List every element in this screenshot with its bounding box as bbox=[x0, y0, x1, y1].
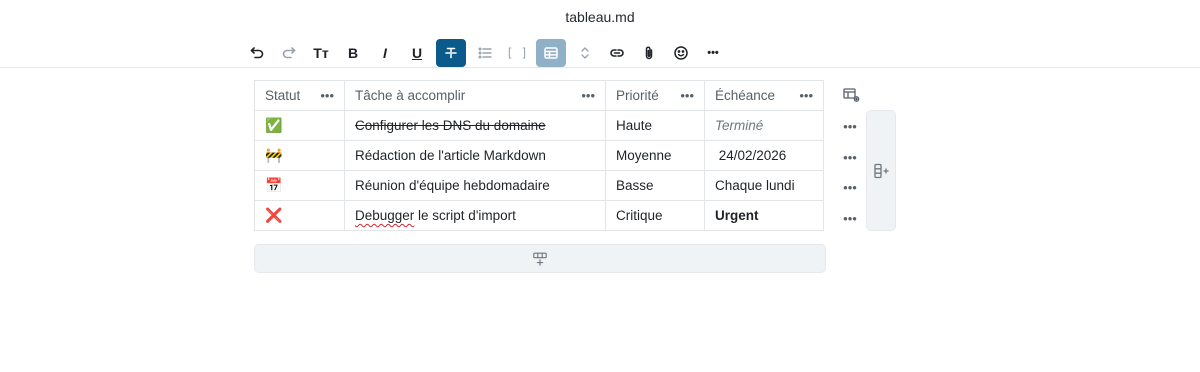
undo-icon bbox=[250, 47, 264, 59]
smiley-icon bbox=[674, 46, 688, 60]
calendar-icon: 📅 bbox=[265, 177, 283, 193]
task-cell[interactable]: Rédaction de l'article Markdown bbox=[344, 140, 606, 171]
column-menu-button[interactable]: ••• bbox=[799, 89, 813, 102]
link-button[interactable] bbox=[604, 39, 630, 67]
underline-label: U bbox=[411, 45, 423, 61]
formatting-toolbar: Tт B I U [ ] ••• bbox=[244, 38, 732, 68]
code-label: [ ] bbox=[506, 46, 528, 60]
due-text: Urgent bbox=[715, 208, 759, 223]
emoji-button[interactable] bbox=[668, 39, 694, 67]
due-cell[interactable]: 24/02/2026 bbox=[704, 140, 824, 171]
status-cell[interactable]: ❌ bbox=[254, 200, 345, 231]
column-header-priority[interactable]: Priorité ••• bbox=[605, 80, 705, 111]
redo-icon bbox=[282, 47, 296, 59]
undo-button[interactable] bbox=[244, 39, 270, 67]
due-text: 24/02/2026 bbox=[715, 148, 787, 163]
column-header-task[interactable]: Tâche à accomplir ••• bbox=[344, 80, 606, 111]
table-row: 📅 Réunion d'équipe hebdomadaire Basse Ch… bbox=[254, 170, 824, 201]
due-cell[interactable]: Chaque lundi bbox=[704, 170, 824, 201]
add-column-button[interactable] bbox=[866, 110, 896, 231]
row-menu-button[interactable]: ••• bbox=[842, 211, 858, 226]
chevron-updown-icon bbox=[581, 47, 589, 59]
row-menu-button[interactable]: ••• bbox=[842, 180, 858, 195]
link-icon bbox=[610, 49, 624, 57]
bullet-list-button[interactable] bbox=[472, 39, 498, 67]
column-menu-button[interactable]: ••• bbox=[320, 89, 334, 102]
priority-cell[interactable]: Critique bbox=[605, 200, 705, 231]
italic-label: I bbox=[383, 45, 387, 61]
table-row: ❌ Debugger le script d'import Critique U… bbox=[254, 200, 824, 231]
strikethrough-icon bbox=[445, 47, 457, 59]
due-cell[interactable]: Urgent bbox=[704, 200, 824, 231]
column-header-due[interactable]: Échéance ••• bbox=[704, 80, 824, 111]
redo-button[interactable] bbox=[276, 39, 302, 67]
add-row-icon bbox=[533, 252, 547, 266]
table-settings-button[interactable] bbox=[843, 87, 861, 103]
italic-button[interactable]: I bbox=[372, 39, 398, 67]
bullet-list-icon bbox=[478, 47, 492, 59]
status-cell[interactable]: 🚧 bbox=[254, 140, 345, 171]
task-text: Configurer les DNS du domaine bbox=[355, 118, 546, 133]
misspelled-word: Debugger bbox=[355, 208, 415, 223]
underline-button[interactable]: U bbox=[404, 39, 430, 67]
row-menu-button[interactable]: ••• bbox=[842, 150, 858, 165]
more-label: ••• bbox=[707, 47, 719, 59]
table-icon bbox=[544, 47, 558, 59]
column-menu-button[interactable]: ••• bbox=[581, 89, 595, 102]
column-header-label: Tâche à accomplir bbox=[355, 88, 466, 103]
more-button[interactable]: ••• bbox=[700, 39, 726, 67]
cross-mark-icon: ❌ bbox=[265, 207, 283, 223]
code-button[interactable]: [ ] bbox=[504, 39, 530, 67]
status-cell[interactable]: 📅 bbox=[254, 170, 345, 201]
paperclip-icon bbox=[645, 46, 653, 60]
due-cell[interactable]: Terminé bbox=[704, 110, 824, 141]
construction-icon: 🚧 bbox=[265, 147, 283, 163]
column-header-label: Priorité bbox=[616, 88, 659, 103]
table-settings-icon bbox=[843, 88, 860, 102]
priority-cell[interactable]: Basse bbox=[605, 170, 705, 201]
task-cell[interactable]: Configurer les DNS du domaine bbox=[344, 110, 606, 141]
add-row-button[interactable] bbox=[254, 244, 826, 273]
bold-label: B bbox=[347, 45, 359, 61]
column-header-label: Échéance bbox=[715, 88, 776, 103]
bold-button[interactable]: B bbox=[340, 39, 366, 67]
due-text: Terminé bbox=[715, 118, 764, 133]
attach-button[interactable] bbox=[636, 39, 662, 67]
strikethrough-button[interactable] bbox=[436, 39, 466, 67]
priority-cell[interactable]: Haute bbox=[605, 110, 705, 141]
row-menu-button[interactable]: ••• bbox=[842, 119, 858, 134]
table-button[interactable] bbox=[536, 39, 566, 67]
document-title: tableau.md bbox=[565, 9, 635, 25]
add-column-icon bbox=[874, 163, 889, 178]
text-size-label: Tт bbox=[313, 45, 329, 61]
table-header-row: Statut ••• Tâche à accomplir ••• Priorité •… bbox=[254, 80, 824, 111]
column-header-statut[interactable]: Statut ••• bbox=[254, 80, 345, 111]
table-row: 🚧 Rédaction de l'article Markdown Moyenn… bbox=[254, 140, 824, 171]
markdown-table: Statut ••• Tâche à accomplir ••• Priorité •… bbox=[254, 80, 824, 231]
done-check-icon: ✅ bbox=[265, 117, 283, 133]
task-text: le script d'import bbox=[414, 208, 516, 223]
table-row: ✅ Configurer les DNS du domaine Haute Te… bbox=[254, 110, 824, 141]
task-cell[interactable]: Réunion d'équipe hebdomadaire bbox=[344, 170, 606, 201]
status-cell[interactable]: ✅ bbox=[254, 110, 345, 141]
toolbar-divider bbox=[0, 67, 1200, 68]
column-header-label: Statut bbox=[265, 88, 301, 103]
expand-button[interactable] bbox=[572, 39, 598, 67]
task-cell[interactable]: Debugger le script d'import bbox=[344, 200, 606, 231]
text-size-button[interactable]: Tт bbox=[308, 39, 334, 67]
priority-cell[interactable]: Moyenne bbox=[605, 140, 705, 171]
column-menu-button[interactable]: ••• bbox=[680, 89, 694, 102]
